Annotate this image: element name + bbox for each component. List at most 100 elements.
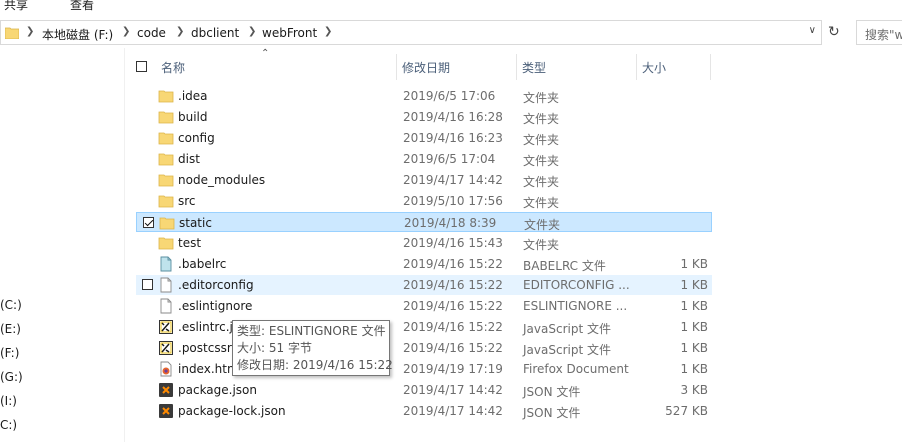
folder-icon bbox=[159, 215, 175, 231]
file-size: 3 KB bbox=[680, 383, 708, 397]
file-row[interactable]: build 2019/4/16 16:28 文件夹 bbox=[136, 107, 712, 127]
file-date: 2019/4/17 14:42 bbox=[403, 404, 503, 418]
file-type: JSON 文件 bbox=[523, 406, 581, 420]
breadcrumb-code[interactable]: code bbox=[137, 26, 166, 40]
file-row[interactable]: .editorconfig 2019/4/16 15:22 EDITORCONFIG… bbox=[136, 275, 712, 295]
search-input[interactable]: 搜索"w bbox=[856, 20, 902, 45]
file-tooltip: 类型: ESLINTIGNORE 文件 大小: 51 字节 修改日期: 2019… bbox=[232, 320, 393, 376]
chevron-right-icon[interactable]: ❯ bbox=[324, 26, 332, 37]
file-name: dist bbox=[178, 152, 200, 166]
file-type: 文件夹 bbox=[523, 133, 560, 147]
file-row[interactable]: config 2019/4/16 16:23 文件夹 bbox=[136, 128, 712, 148]
breadcrumb-drive[interactable]: 本地磁盘 (F:) bbox=[42, 26, 113, 43]
file-name: src bbox=[178, 194, 196, 208]
pane-divider[interactable] bbox=[124, 48, 125, 442]
chevron-right-icon[interactable]: ❯ bbox=[122, 26, 130, 37]
file-name: .babelrc bbox=[178, 257, 227, 271]
chevron-down-icon[interactable]: ∨ bbox=[809, 25, 816, 36]
nav-drive-c[interactable]: (C:) bbox=[0, 298, 22, 312]
row-checkbox[interactable] bbox=[142, 279, 153, 290]
column-date[interactable]: 修改日期 bbox=[402, 59, 450, 76]
search-placeholder: 搜索"w bbox=[865, 28, 902, 42]
refresh-icon[interactable]: ↻ bbox=[828, 24, 840, 40]
chevron-right-icon[interactable]: ❯ bbox=[176, 26, 184, 37]
chevron-right-icon[interactable]: ❯ bbox=[248, 26, 256, 37]
tooltip-date: 修改日期: 2019/4/16 15:22 bbox=[237, 358, 393, 372]
file-row[interactable]: .idea 2019/6/5 17:06 文件夹 bbox=[136, 86, 712, 106]
file-size: 1 KB bbox=[680, 257, 708, 271]
file-row[interactable]: index.html 2019/4/19 17:19 Firefox Documen… bbox=[136, 359, 712, 379]
file-row[interactable]: static 2019/4/18 8:39 文件夹 bbox=[136, 212, 712, 232]
breadcrumb-webfront[interactable]: webFront bbox=[262, 26, 317, 40]
column-separator[interactable] bbox=[516, 54, 517, 80]
file-date: 2019/4/16 15:43 bbox=[403, 236, 503, 250]
column-type[interactable]: 类型 bbox=[522, 59, 546, 76]
generic-file-icon bbox=[158, 298, 174, 314]
file-date: 2019/4/16 16:23 bbox=[403, 131, 503, 145]
sort-up-icon: ⌃ bbox=[261, 48, 270, 59]
file-name: .editorconfig bbox=[178, 278, 254, 292]
nav-drive-g[interactable]: (G:) bbox=[0, 370, 23, 384]
file-type: BABELRC 文件 bbox=[523, 259, 606, 273]
file-row[interactable]: dist 2019/6/5 17:04 文件夹 bbox=[136, 149, 712, 169]
file-row[interactable]: test 2019/4/16 15:43 文件夹 bbox=[136, 233, 712, 253]
file-type: 文件夹 bbox=[523, 196, 560, 210]
file-date: 2019/4/16 15:22 bbox=[403, 341, 503, 355]
tooltip-type: 类型: ESLINTIGNORE 文件 bbox=[237, 324, 386, 338]
file-type: 文件夹 bbox=[523, 238, 560, 252]
file-size: 1 KB bbox=[680, 278, 708, 292]
file-type: JavaScript 文件 bbox=[523, 322, 611, 336]
file-date: 2019/6/5 17:06 bbox=[403, 89, 496, 103]
column-name[interactable]: 名称 bbox=[161, 59, 185, 76]
file-row[interactable]: src 2019/5/10 17:56 文件夹 bbox=[136, 191, 712, 211]
column-separator[interactable] bbox=[396, 54, 397, 80]
nav-drive-e[interactable]: (E:) bbox=[0, 322, 21, 336]
file-name: .eslintrc.js bbox=[178, 320, 240, 334]
file-name: .idea bbox=[178, 89, 208, 103]
address-row: ❯ 本地磁盘 (F:) ❯ code ❯ dbclient ❯ webFront… bbox=[0, 20, 902, 47]
file-row[interactable]: node_modules 2019/4/17 14:42 文件夹 bbox=[136, 170, 712, 190]
column-separator[interactable] bbox=[710, 54, 711, 80]
file-type: ESLINTIGNORE ... bbox=[523, 299, 628, 313]
column-header: ⌃ 名称 修改日期 类型 大小 bbox=[130, 48, 730, 80]
address-bar[interactable]: ❯ 本地磁盘 (F:) ❯ code ❯ dbclient ❯ webFront… bbox=[0, 20, 822, 45]
babelrc-file-icon bbox=[158, 256, 174, 272]
nav-drive-c2[interactable]: C:) bbox=[0, 418, 17, 432]
row-checkbox[interactable] bbox=[143, 217, 154, 228]
column-separator[interactable] bbox=[636, 54, 637, 80]
folder-icon bbox=[158, 130, 174, 146]
chevron-right-icon[interactable]: ❯ bbox=[26, 26, 34, 37]
file-name: config bbox=[178, 131, 215, 145]
select-all-checkbox[interactable] bbox=[136, 61, 147, 72]
tab-share[interactable]: 共享 bbox=[4, 0, 28, 13]
file-row[interactable]: package-lock.json 2019/4/17 14:42 JSON 文件 5… bbox=[136, 401, 712, 421]
column-size[interactable]: 大小 bbox=[642, 59, 666, 76]
file-row[interactable]: .eslintrc.js 2019/4/16 15:22 JavaScript 文件… bbox=[136, 317, 712, 337]
file-size: 1 KB bbox=[680, 299, 708, 313]
file-row[interactable]: .babelrc 2019/4/16 15:22 BABELRC 文件 1 KB bbox=[136, 254, 712, 274]
breadcrumb-dbclient[interactable]: dbclient bbox=[191, 26, 239, 40]
javascript-file-icon bbox=[158, 340, 174, 356]
folder-icon bbox=[158, 193, 174, 209]
navigation-pane: (C:) (E:) (F:) (G:) (I:) C:) bbox=[0, 48, 130, 442]
html-file-icon bbox=[158, 361, 174, 377]
file-row[interactable]: .postcssrc.js 2019/4/16 15:22 JavaScript 文… bbox=[136, 338, 712, 358]
file-size: 1 KB bbox=[680, 341, 708, 355]
file-date: 2019/4/16 15:22 bbox=[403, 257, 503, 271]
tab-view[interactable]: 查看 bbox=[70, 0, 94, 13]
nav-drive-i[interactable]: (I:) bbox=[0, 394, 17, 408]
ribbon: 共享 查看 bbox=[0, 0, 902, 14]
nav-drive-f[interactable]: (F:) bbox=[0, 346, 19, 360]
file-name: static bbox=[179, 216, 212, 230]
generic-file-icon bbox=[158, 277, 174, 293]
file-date: 2019/4/16 15:22 bbox=[403, 320, 503, 334]
json-file-icon bbox=[158, 382, 174, 398]
folder-icon bbox=[158, 88, 174, 104]
file-name: build bbox=[178, 110, 208, 124]
file-row[interactable]: package.json 2019/4/17 14:42 JSON 文件 3 KB bbox=[136, 380, 712, 400]
file-name: .eslintignore bbox=[178, 299, 253, 313]
file-type: EDITORCONFIG ... bbox=[523, 278, 630, 292]
file-row[interactable]: .eslintignore 2019/4/16 15:22 ESLINTIGNORE… bbox=[136, 296, 712, 316]
json-file-icon bbox=[158, 403, 174, 419]
file-date: 2019/6/5 17:04 bbox=[403, 152, 496, 166]
